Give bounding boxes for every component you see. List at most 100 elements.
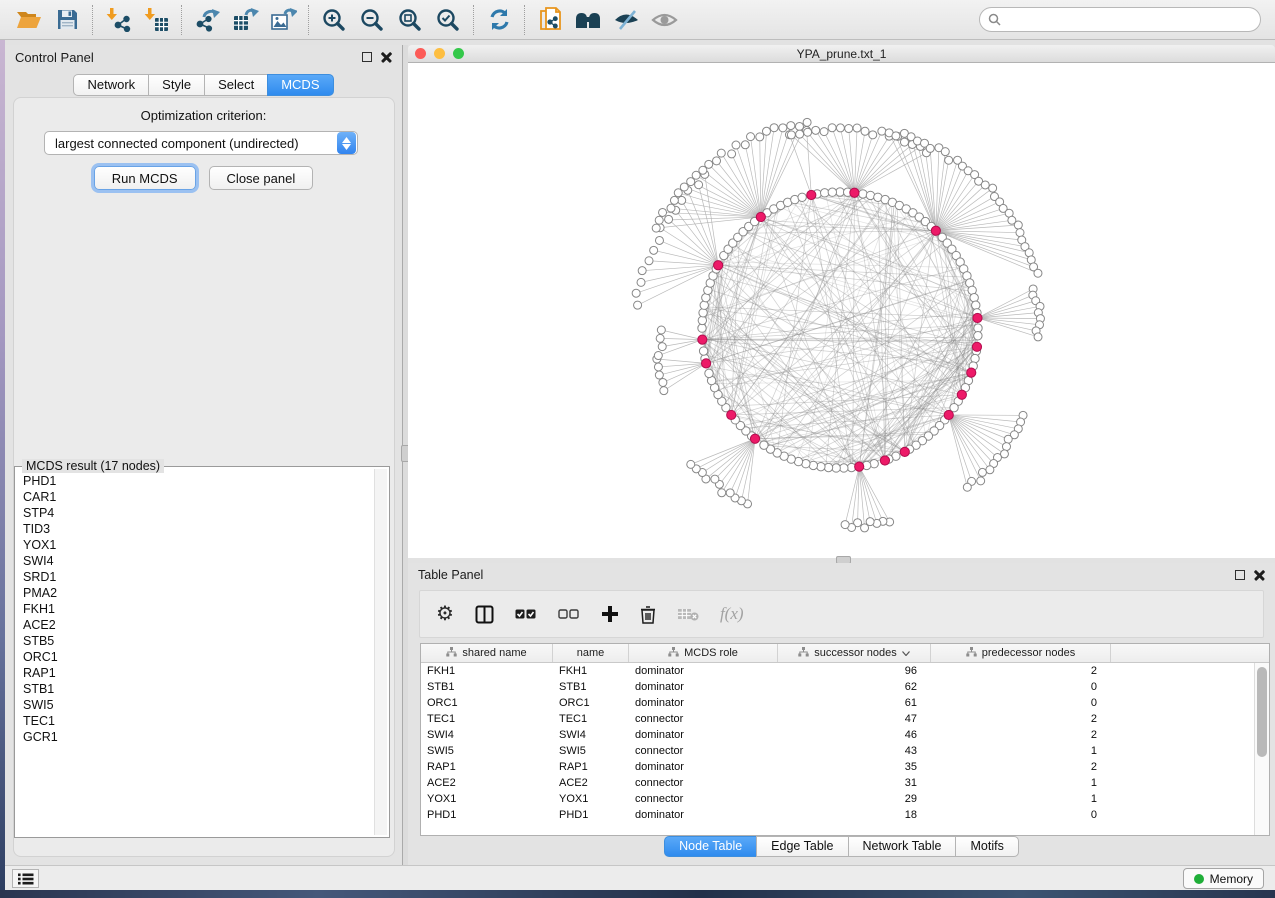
network-leaf-node[interactable] — [638, 267, 646, 275]
mcds-result-item[interactable]: SRD1 — [16, 569, 372, 585]
network-leaf-node[interactable] — [654, 352, 662, 360]
network-graph[interactable] — [408, 63, 1275, 558]
network-leaf-node[interactable] — [869, 131, 877, 139]
tab-network-table[interactable]: Network Table — [848, 836, 957, 857]
mcds-result-item[interactable]: TID3 — [16, 521, 372, 537]
network-leaf-node[interactable] — [711, 475, 719, 483]
mcds-hub-node[interactable] — [850, 188, 859, 197]
export-image-icon[interactable] — [264, 4, 302, 36]
network-leaf-node[interactable] — [787, 131, 795, 139]
network-leaf-node[interactable] — [670, 196, 678, 204]
mcds-result-item[interactable]: CAR1 — [16, 489, 372, 505]
mcds-result-item[interactable]: SWI5 — [16, 697, 372, 713]
mcds-hub-node[interactable] — [880, 456, 889, 465]
node-table[interactable]: shared namenameMCDS rolesuccessor nodesp… — [420, 643, 1270, 836]
network-leaf-node[interactable] — [726, 489, 734, 497]
mcds-result-item[interactable]: TEC1 — [16, 713, 372, 729]
network-node[interactable] — [809, 461, 817, 469]
table-scrollbar[interactable] — [1254, 663, 1269, 835]
network-leaf-node[interactable] — [637, 278, 645, 286]
mcds-hub-node[interactable] — [957, 390, 966, 399]
tab-network[interactable]: Network — [73, 74, 149, 96]
network-leaf-node[interactable] — [1034, 269, 1042, 277]
network-leaf-node[interactable] — [770, 124, 778, 132]
network-leaf-node[interactable] — [787, 122, 795, 130]
network-leaf-node[interactable] — [963, 483, 971, 491]
network-node[interactable] — [828, 188, 836, 196]
mcds-result-item[interactable]: STB1 — [16, 681, 372, 697]
mcds-result-item[interactable]: RAP1 — [16, 665, 372, 681]
network-leaf-node[interactable] — [705, 160, 713, 168]
network-node[interactable] — [699, 309, 707, 317]
network-leaf-node[interactable] — [804, 128, 812, 136]
network-leaf-node[interactable] — [820, 128, 828, 136]
network-leaf-node[interactable] — [941, 148, 949, 156]
mcds-hub-node[interactable] — [967, 368, 976, 377]
deselect-all-checkboxes-icon[interactable] — [558, 608, 580, 620]
network-leaf-node[interactable] — [989, 184, 997, 192]
mcds-result-item[interactable]: SWI4 — [16, 553, 372, 569]
hide-graphics-details-icon[interactable] — [607, 4, 645, 36]
network-node[interactable] — [824, 463, 832, 471]
network-leaf-node[interactable] — [732, 141, 740, 149]
network-titlebar[interactable]: YPA_prune.txt_1 — [408, 45, 1275, 63]
network-node[interactable] — [974, 324, 982, 332]
delete-columns-icon[interactable] — [640, 605, 656, 624]
zoom-selected-icon[interactable] — [429, 4, 467, 36]
network-node[interactable] — [870, 460, 878, 468]
network-leaf-node[interactable] — [695, 181, 703, 189]
memory-button[interactable]: Memory — [1183, 868, 1264, 889]
network-leaf-node[interactable] — [986, 466, 994, 474]
mcds-result-item[interactable]: ACE2 — [16, 617, 372, 633]
mcds-result-item[interactable]: GCR1 — [16, 729, 372, 745]
network-leaf-node[interactable] — [1002, 443, 1010, 451]
network-node[interactable] — [699, 347, 707, 355]
tab-select[interactable]: Select — [204, 74, 268, 96]
network-leaf-node[interactable] — [841, 521, 849, 529]
network-leaf-node[interactable] — [654, 363, 662, 371]
network-leaf-node[interactable] — [977, 477, 985, 485]
import-network-icon[interactable] — [99, 4, 137, 36]
network-leaf-node[interactable] — [978, 468, 986, 476]
network-node[interactable] — [760, 441, 768, 449]
mcds-result-list[interactable]: PHD1CAR1STP4TID3YOX1SWI4SRD1PMA2FKH1ACE2… — [16, 473, 372, 835]
run-mcds-button[interactable]: Run MCDS — [94, 166, 196, 190]
network-leaf-node[interactable] — [981, 181, 989, 189]
network-leaf-node[interactable] — [762, 127, 770, 135]
network-leaf-node[interactable] — [718, 489, 726, 497]
column-header-predecessor-nodes[interactable]: predecessor nodes — [931, 644, 1111, 662]
table-row[interactable]: ORC1ORC1dominator610 — [421, 695, 1269, 711]
network-leaf-node[interactable] — [645, 257, 653, 265]
close-panel-button[interactable]: Close panel — [209, 166, 314, 190]
table-row[interactable]: STB1STB1dominator620 — [421, 679, 1269, 695]
mcds-result-item[interactable]: PHD1 — [16, 473, 372, 489]
column-header-name[interactable]: name — [553, 644, 629, 662]
network-leaf-node[interactable] — [659, 378, 667, 386]
network-leaf-node[interactable] — [1034, 333, 1042, 341]
export-network-icon[interactable] — [188, 4, 226, 36]
network-leaf-node[interactable] — [717, 149, 725, 157]
network-leaf-node[interactable] — [1016, 229, 1024, 237]
mcds-hub-node[interactable] — [698, 335, 707, 344]
network-node[interactable] — [840, 464, 848, 472]
refresh-icon[interactable] — [480, 4, 518, 36]
network-leaf-node[interactable] — [660, 387, 668, 395]
mcds-result-item[interactable]: STP4 — [16, 505, 372, 521]
table-options-gear-icon[interactable]: ⚙ — [436, 604, 454, 624]
network-leaf-node[interactable] — [756, 133, 764, 141]
zoom-in-icon[interactable] — [315, 4, 353, 36]
network-leaf-node[interactable] — [667, 204, 675, 212]
mcds-hub-node[interactable] — [701, 359, 710, 368]
zoom-fit-icon[interactable] — [391, 4, 429, 36]
network-node[interactable] — [817, 462, 825, 470]
mcds-result-item[interactable]: FKH1 — [16, 601, 372, 617]
mcds-result-item[interactable]: STB5 — [16, 633, 372, 649]
network-node[interactable] — [698, 316, 706, 324]
table-row[interactable]: RAP1RAP1dominator352 — [421, 759, 1269, 775]
column-header-MCDS-role[interactable]: MCDS role — [629, 644, 778, 662]
export-table-icon[interactable] — [226, 4, 264, 36]
network-leaf-node[interactable] — [795, 122, 803, 130]
network-leaf-node[interactable] — [655, 216, 663, 224]
mcds-list-scrollbar[interactable] — [374, 469, 387, 835]
network-leaf-node[interactable] — [803, 118, 811, 126]
